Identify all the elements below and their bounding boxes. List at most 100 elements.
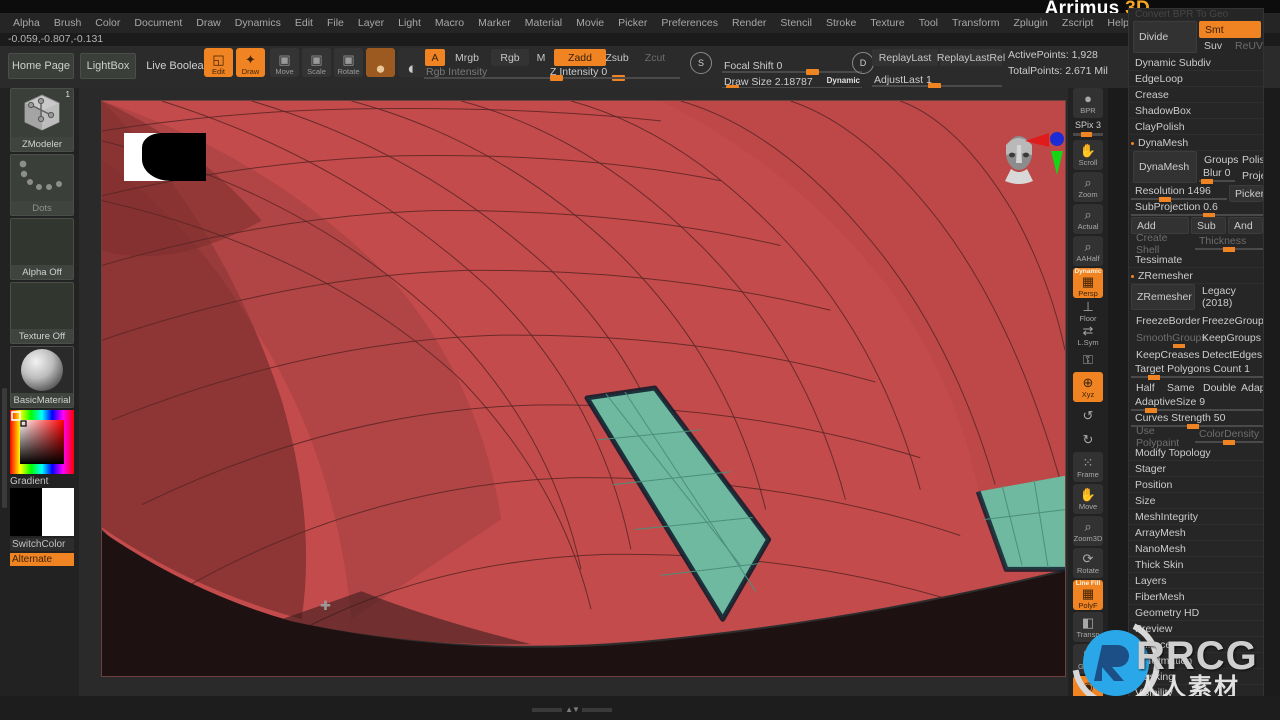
z-intensity-slider[interactable]: Z Intensity 0 [548,66,680,81]
palette-create-shell-button[interactable]: Create Shell [1131,232,1193,256]
lightbox-button[interactable]: LightBox [80,53,136,79]
palette-item-nanomesh[interactable]: NanoMesh [1129,541,1263,557]
right-shelf-icon-9-button[interactable]: ⚿ [1073,348,1103,370]
palette-reuv-button[interactable]: ReUV [1230,37,1263,54]
palette-item-tessimate[interactable]: Tessimate [1129,252,1263,268]
color-swatches[interactable] [10,488,74,536]
replay-last-rel-button[interactable]: ReplayLastRel [937,49,1005,66]
palette-adapt-button[interactable]: Adapt [1236,379,1263,396]
palette-use-polypaint-button[interactable]: Use Polypaint [1131,425,1193,449]
menu-item-layer[interactable]: Layer [351,13,391,33]
mrgb-button[interactable]: Mrgb [448,49,486,66]
menu-item-marker[interactable]: Marker [471,13,518,33]
palette-legacy-2018-button[interactable]: Legacy (2018) [1197,284,1263,310]
palette-item-dynamic-subdiv[interactable]: Dynamic Subdiv [1129,55,1263,71]
palette-section-dynamesh[interactable]: DynaMesh [1129,135,1263,151]
palette-item-deformation[interactable]: Deformation [1129,653,1263,669]
palette-item-crease[interactable]: Crease [1129,87,1263,103]
3d-model-mesh[interactable] [102,101,1065,676]
right-shelf-rotate-button[interactable]: ⟳ Rotate [1073,548,1103,578]
right-shelf-frame-button[interactable]: ⁙ Frame [1073,452,1103,482]
tool-palette[interactable]: Convert BPR To Geo Divide Smt Suv ReUV Dynami… [1128,8,1264,720]
menu-item-light[interactable]: Light [391,13,428,33]
m-button[interactable]: M [533,49,549,66]
right-shelf-zoom-button[interactable]: ⌕ Zoom [1073,172,1103,202]
palette-and-button[interactable]: And [1228,217,1263,234]
palette-slider-target-polygons-count-1[interactable]: Target Polygons Count 1 [1131,363,1263,380]
palette-item-size[interactable]: Size [1129,493,1263,509]
palette-slider-resolution-1496[interactable]: Resolution 1496 [1131,185,1227,202]
color-swatch-button[interactable]: ◐ [398,48,427,77]
palette-freezeborder-button[interactable]: FreezeBorder [1131,312,1200,329]
palette-item-layers[interactable]: Layers [1129,573,1263,589]
palette-item-stager[interactable]: Stager [1129,461,1263,477]
slider-knob[interactable] [1201,179,1213,184]
menu-item-brush[interactable]: Brush [47,13,88,33]
right-shelf-aahalf-button[interactable]: ⌕ AAHalf [1073,236,1103,266]
right-shelf-transp-button[interactable]: ◧ Transp [1073,612,1103,642]
menu-item-zscript[interactable]: Zscript [1055,13,1101,33]
palette-item-meshintegrity[interactable]: MeshIntegrity [1129,509,1263,525]
left-shelf-scrollbar[interactable] [2,388,7,508]
menu-item-texture[interactable]: Texture [863,13,911,33]
menu-item-preferences[interactable]: Preferences [654,13,725,33]
menu-item-transform[interactable]: Transform [945,13,1006,33]
right-shelf-xyz-button[interactable]: ⊕ Xyz [1073,372,1103,402]
canvas-document[interactable]: ✚ [101,100,1066,677]
material-selector[interactable]: BasicMaterial [10,346,74,408]
palette-colordensity-slider[interactable]: ColorDensity [1195,428,1263,445]
right-shelf-zoom3d-button[interactable]: ⌕ Zoom3D [1073,516,1103,546]
slider-knob[interactable] [806,69,819,75]
menu-item-tool[interactable]: Tool [912,13,945,33]
right-shelf-ghost-button[interactable]: □ Ghost [1073,644,1103,674]
palette-item-fibermesh[interactable]: FiberMesh [1129,589,1263,605]
navigation-gizmo[interactable] [997,123,1066,195]
right-shelf-l-sym-button[interactable]: ⇄ L.Sym [1073,324,1103,347]
menu-item-zplugin[interactable]: Zplugin [1006,13,1054,33]
menu-item-document[interactable]: Document [127,13,189,33]
palette-item-edgeloop[interactable]: EdgeLoop [1129,71,1263,87]
draw-mode-button[interactable]: ✦ Draw [236,48,265,77]
brush-preview-s-icon[interactable]: S [690,52,712,74]
menu-item-material[interactable]: Material [518,13,569,33]
palette-freezegroups-button[interactable]: FreezeGroups [1197,312,1263,329]
brush-selector[interactable]: 1 ZModeler [10,88,74,152]
right-shelf-icon-11-button[interactable]: ↺ [1073,404,1103,426]
palette-detectedges-button[interactable]: DetectEdges [1197,346,1263,363]
palette-groups-button[interactable]: Groups [1199,151,1238,168]
palette-divide-button[interactable]: Divide [1133,21,1197,53]
rotate-mode-button[interactable]: ▣ Rotate [334,48,363,77]
brush-preview-d-icon[interactable]: D [852,52,874,74]
palette-item-surface[interactable]: Surface [1129,637,1263,653]
menu-item-dynamics[interactable]: Dynamics [228,13,288,33]
alpha-toggle-chip[interactable]: A [425,49,445,66]
right-shelf-bpr-button[interactable]: ● BPR [1073,88,1103,118]
palette-sub-button[interactable]: Sub [1191,217,1226,234]
palette-double-button[interactable]: Double [1198,379,1240,396]
palette-polish-button[interactable]: Polish [1237,151,1263,168]
texture-selector[interactable]: Texture Off [10,282,74,344]
stroke-selector[interactable]: Dots [10,154,74,216]
menu-item-render[interactable]: Render [725,13,773,33]
edit-mode-button[interactable]: ◱ Edit [204,48,233,77]
menu-item-macro[interactable]: Macro [428,13,471,33]
dynamic-badge[interactable]: Dynamic [827,76,860,85]
palette-project-button[interactable]: Project [1237,167,1263,184]
switch-color-button[interactable]: SwitchColor [10,538,74,551]
palette-item-claypolish[interactable]: ClayPolish [1129,119,1263,135]
scale-mode-button[interactable]: ▣ Scale [302,48,331,77]
palette-slider-subprojection-0-6[interactable]: SubProjection 0.6 [1131,201,1263,218]
palette-item-thick-skin[interactable]: Thick Skin [1129,557,1263,573]
palette-item-geometry-hd[interactable]: Geometry HD [1129,605,1263,621]
palette-dynamesh-button[interactable]: DynaMesh [1133,151,1197,183]
menu-item-edit[interactable]: Edit [288,13,320,33]
palette-suv-button[interactable]: Suv [1199,37,1229,54]
material-preview-button[interactable]: ● [366,48,395,77]
menu-item-movie[interactable]: Movie [569,13,611,33]
move-mode-button[interactable]: ▣ Move [270,48,299,77]
palette-item-shadowbox[interactable]: ShadowBox [1129,103,1263,119]
home-page-button[interactable]: Home Page [8,53,74,79]
zcut-button[interactable]: Zcut [640,49,670,66]
menu-item-alpha[interactable]: Alpha [6,13,47,33]
alpha-selector[interactable]: Alpha Off [10,218,74,280]
